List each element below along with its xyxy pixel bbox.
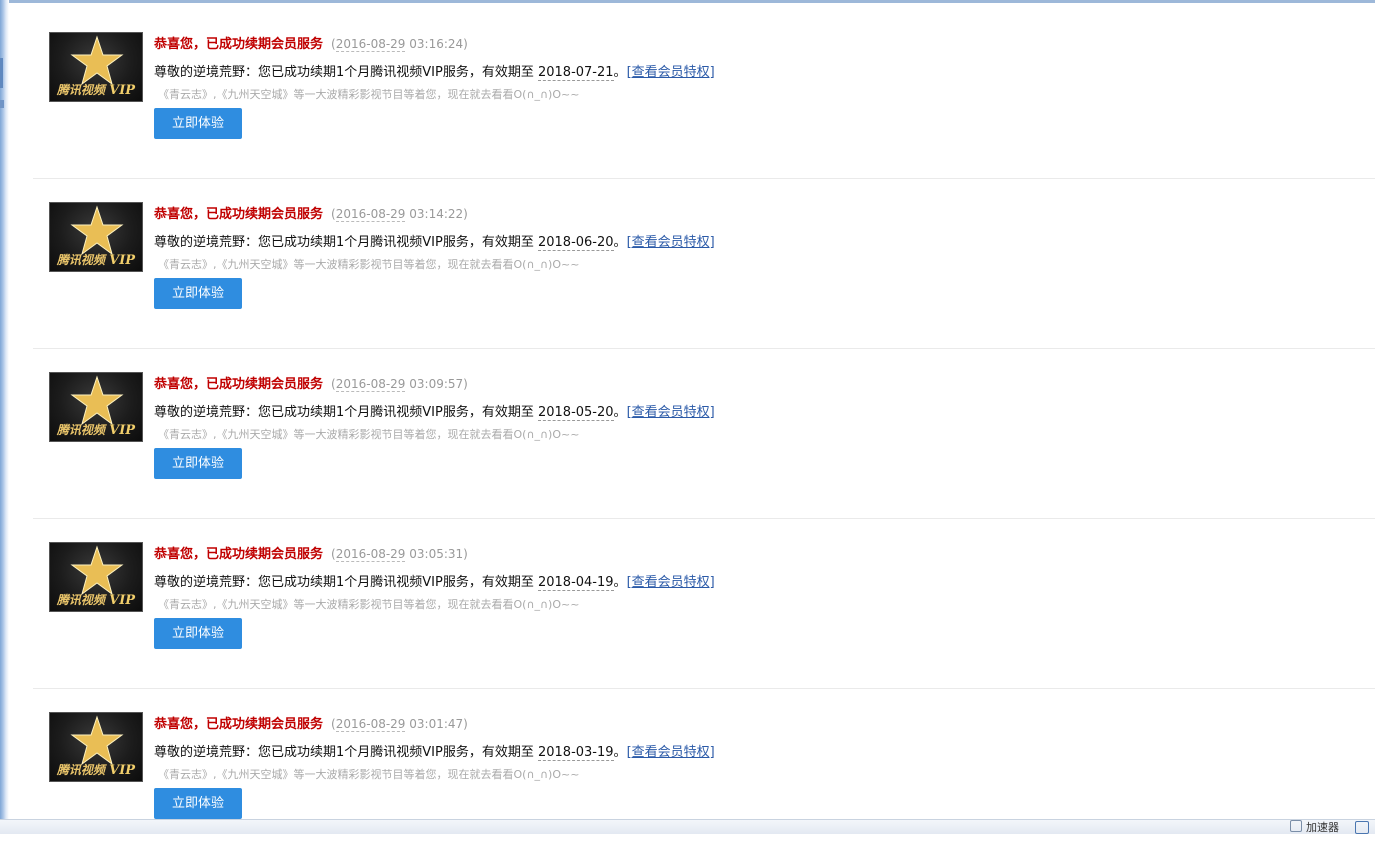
view-privileges-link[interactable]: [查看会员特权] xyxy=(627,65,715,80)
message-title: 恭喜您，已成功续期会员服务 xyxy=(154,377,324,392)
window-top-border xyxy=(0,0,1375,3)
view-privileges-link[interactable]: [查看会员特权] xyxy=(627,575,715,590)
message-item: 腾讯视频 VIP 恭喜您，已成功续期会员服务 (2016-08-29 03:16:… xyxy=(33,8,1375,179)
message-note: 《青云志》,《九州天空城》等一大波精彩影视节目等着您，现在就去看看O(∩_∩)O… xyxy=(158,88,580,101)
vip-brand-logo: 腾讯视频 VIP xyxy=(56,253,136,268)
message-header: 恭喜您，已成功续期会员服务 (2016-08-29 03:16:24) xyxy=(154,33,468,52)
message-body: 尊敬的逆境荒野：您已成功续期1个月腾讯视频VIP服务，有效期至 2018-04-… xyxy=(154,575,715,591)
message-note: 《青云志》,《九州天空城》等一大波精彩影视节目等着您，现在就去看看O(∩_∩)O… xyxy=(158,428,580,441)
vip-brand-logo: 腾讯视频 VIP xyxy=(56,83,136,98)
vip-thumbnail: 腾讯视频 VIP xyxy=(49,712,143,782)
message-timestamp: (2016-08-29 03:05:31) xyxy=(331,547,468,562)
message-timestamp: (2016-08-29 03:14:22) xyxy=(331,207,468,222)
message-body: 尊敬的逆境荒野：您已成功续期1个月腾讯视频VIP服务，有效期至 2018-05-… xyxy=(154,405,715,421)
vip-thumbnail: 腾讯视频 VIP xyxy=(49,202,143,272)
message-item: 腾讯视频 VIP 恭喜您，已成功续期会员服务 (2016-08-29 03:14:… xyxy=(33,178,1375,349)
message-title: 恭喜您，已成功续期会员服务 xyxy=(154,717,324,732)
message-header: 恭喜您，已成功续期会员服务 (2016-08-29 03:14:22) xyxy=(154,203,468,222)
message-header: 恭喜您，已成功续期会员服务 (2016-08-29 03:05:31) xyxy=(154,543,468,562)
message-header: 恭喜您，已成功续期会员服务 (2016-08-29 03:01:47) xyxy=(154,713,468,732)
message-note: 《青云志》,《九州天空城》等一大波精彩影视节目等着您，现在就去看看O(∩_∩)O… xyxy=(158,598,580,611)
message-title: 恭喜您，已成功续期会员服务 xyxy=(154,547,324,562)
window-left-border xyxy=(0,0,9,834)
expiry-date: 2018-04-19 xyxy=(537,575,614,591)
message-body: 尊敬的逆境荒野：您已成功续期1个月腾讯视频VIP服务，有效期至 2018-07-… xyxy=(154,65,715,81)
message-note: 《青云志》,《九州天空城》等一大波精彩影视节目等着您，现在就去看看O(∩_∩)O… xyxy=(158,768,580,781)
accelerator-icon xyxy=(1290,820,1302,832)
try-now-button[interactable]: 立即体验 xyxy=(154,618,242,649)
try-now-button[interactable]: 立即体验 xyxy=(154,278,242,309)
message-timestamp: (2016-08-29 03:09:57) xyxy=(331,377,468,392)
left-edge-marker xyxy=(0,100,4,108)
vip-thumbnail: 腾讯视频 VIP xyxy=(49,32,143,102)
view-privileges-link[interactable]: [查看会员特权] xyxy=(627,745,715,760)
message-header: 恭喜您，已成功续期会员服务 (2016-08-29 03:09:57) xyxy=(154,373,468,392)
status-tray-icon[interactable] xyxy=(1355,821,1369,834)
message-item: 腾讯视频 VIP 恭喜您，已成功续期会员服务 (2016-08-29 03:05:… xyxy=(33,518,1375,689)
status-bar: 加速器 xyxy=(0,819,1375,834)
try-now-button[interactable]: 立即体验 xyxy=(154,788,242,819)
message-item: 腾讯视频 VIP 恭喜您，已成功续期会员服务 (2016-08-29 03:09:… xyxy=(33,348,1375,519)
vip-brand-logo: 腾讯视频 VIP xyxy=(56,593,136,608)
try-now-button[interactable]: 立即体验 xyxy=(154,108,242,139)
vip-thumbnail: 腾讯视频 VIP xyxy=(49,542,143,612)
accelerator-button[interactable]: 加速器 xyxy=(1290,820,1339,835)
expiry-date: 2018-07-21 xyxy=(537,65,614,81)
message-body: 尊敬的逆境荒野：您已成功续期1个月腾讯视频VIP服务，有效期至 2018-03-… xyxy=(154,745,715,761)
expiry-date: 2018-05-20 xyxy=(537,405,614,421)
view-privileges-link[interactable]: [查看会员特权] xyxy=(627,235,715,250)
vip-brand-logo: 腾讯视频 VIP xyxy=(56,423,136,438)
left-edge-handle xyxy=(0,58,3,88)
message-title: 恭喜您，已成功续期会员服务 xyxy=(154,207,324,222)
try-now-button[interactable]: 立即体验 xyxy=(154,448,242,479)
message-title: 恭喜您，已成功续期会员服务 xyxy=(154,37,324,52)
message-timestamp: (2016-08-29 03:16:24) xyxy=(331,37,468,52)
view-privileges-link[interactable]: [查看会员特权] xyxy=(627,405,715,420)
expiry-date: 2018-06-20 xyxy=(537,235,614,251)
message-body: 尊敬的逆境荒野：您已成功续期1个月腾讯视频VIP服务，有效期至 2018-06-… xyxy=(154,235,715,251)
vip-brand-logo: 腾讯视频 VIP xyxy=(56,763,136,778)
message-timestamp: (2016-08-29 03:01:47) xyxy=(331,717,468,732)
expiry-date: 2018-03-19 xyxy=(537,745,614,761)
vip-thumbnail: 腾讯视频 VIP xyxy=(49,372,143,442)
message-note: 《青云志》,《九州天空城》等一大波精彩影视节目等着您，现在就去看看O(∩_∩)O… xyxy=(158,258,580,271)
